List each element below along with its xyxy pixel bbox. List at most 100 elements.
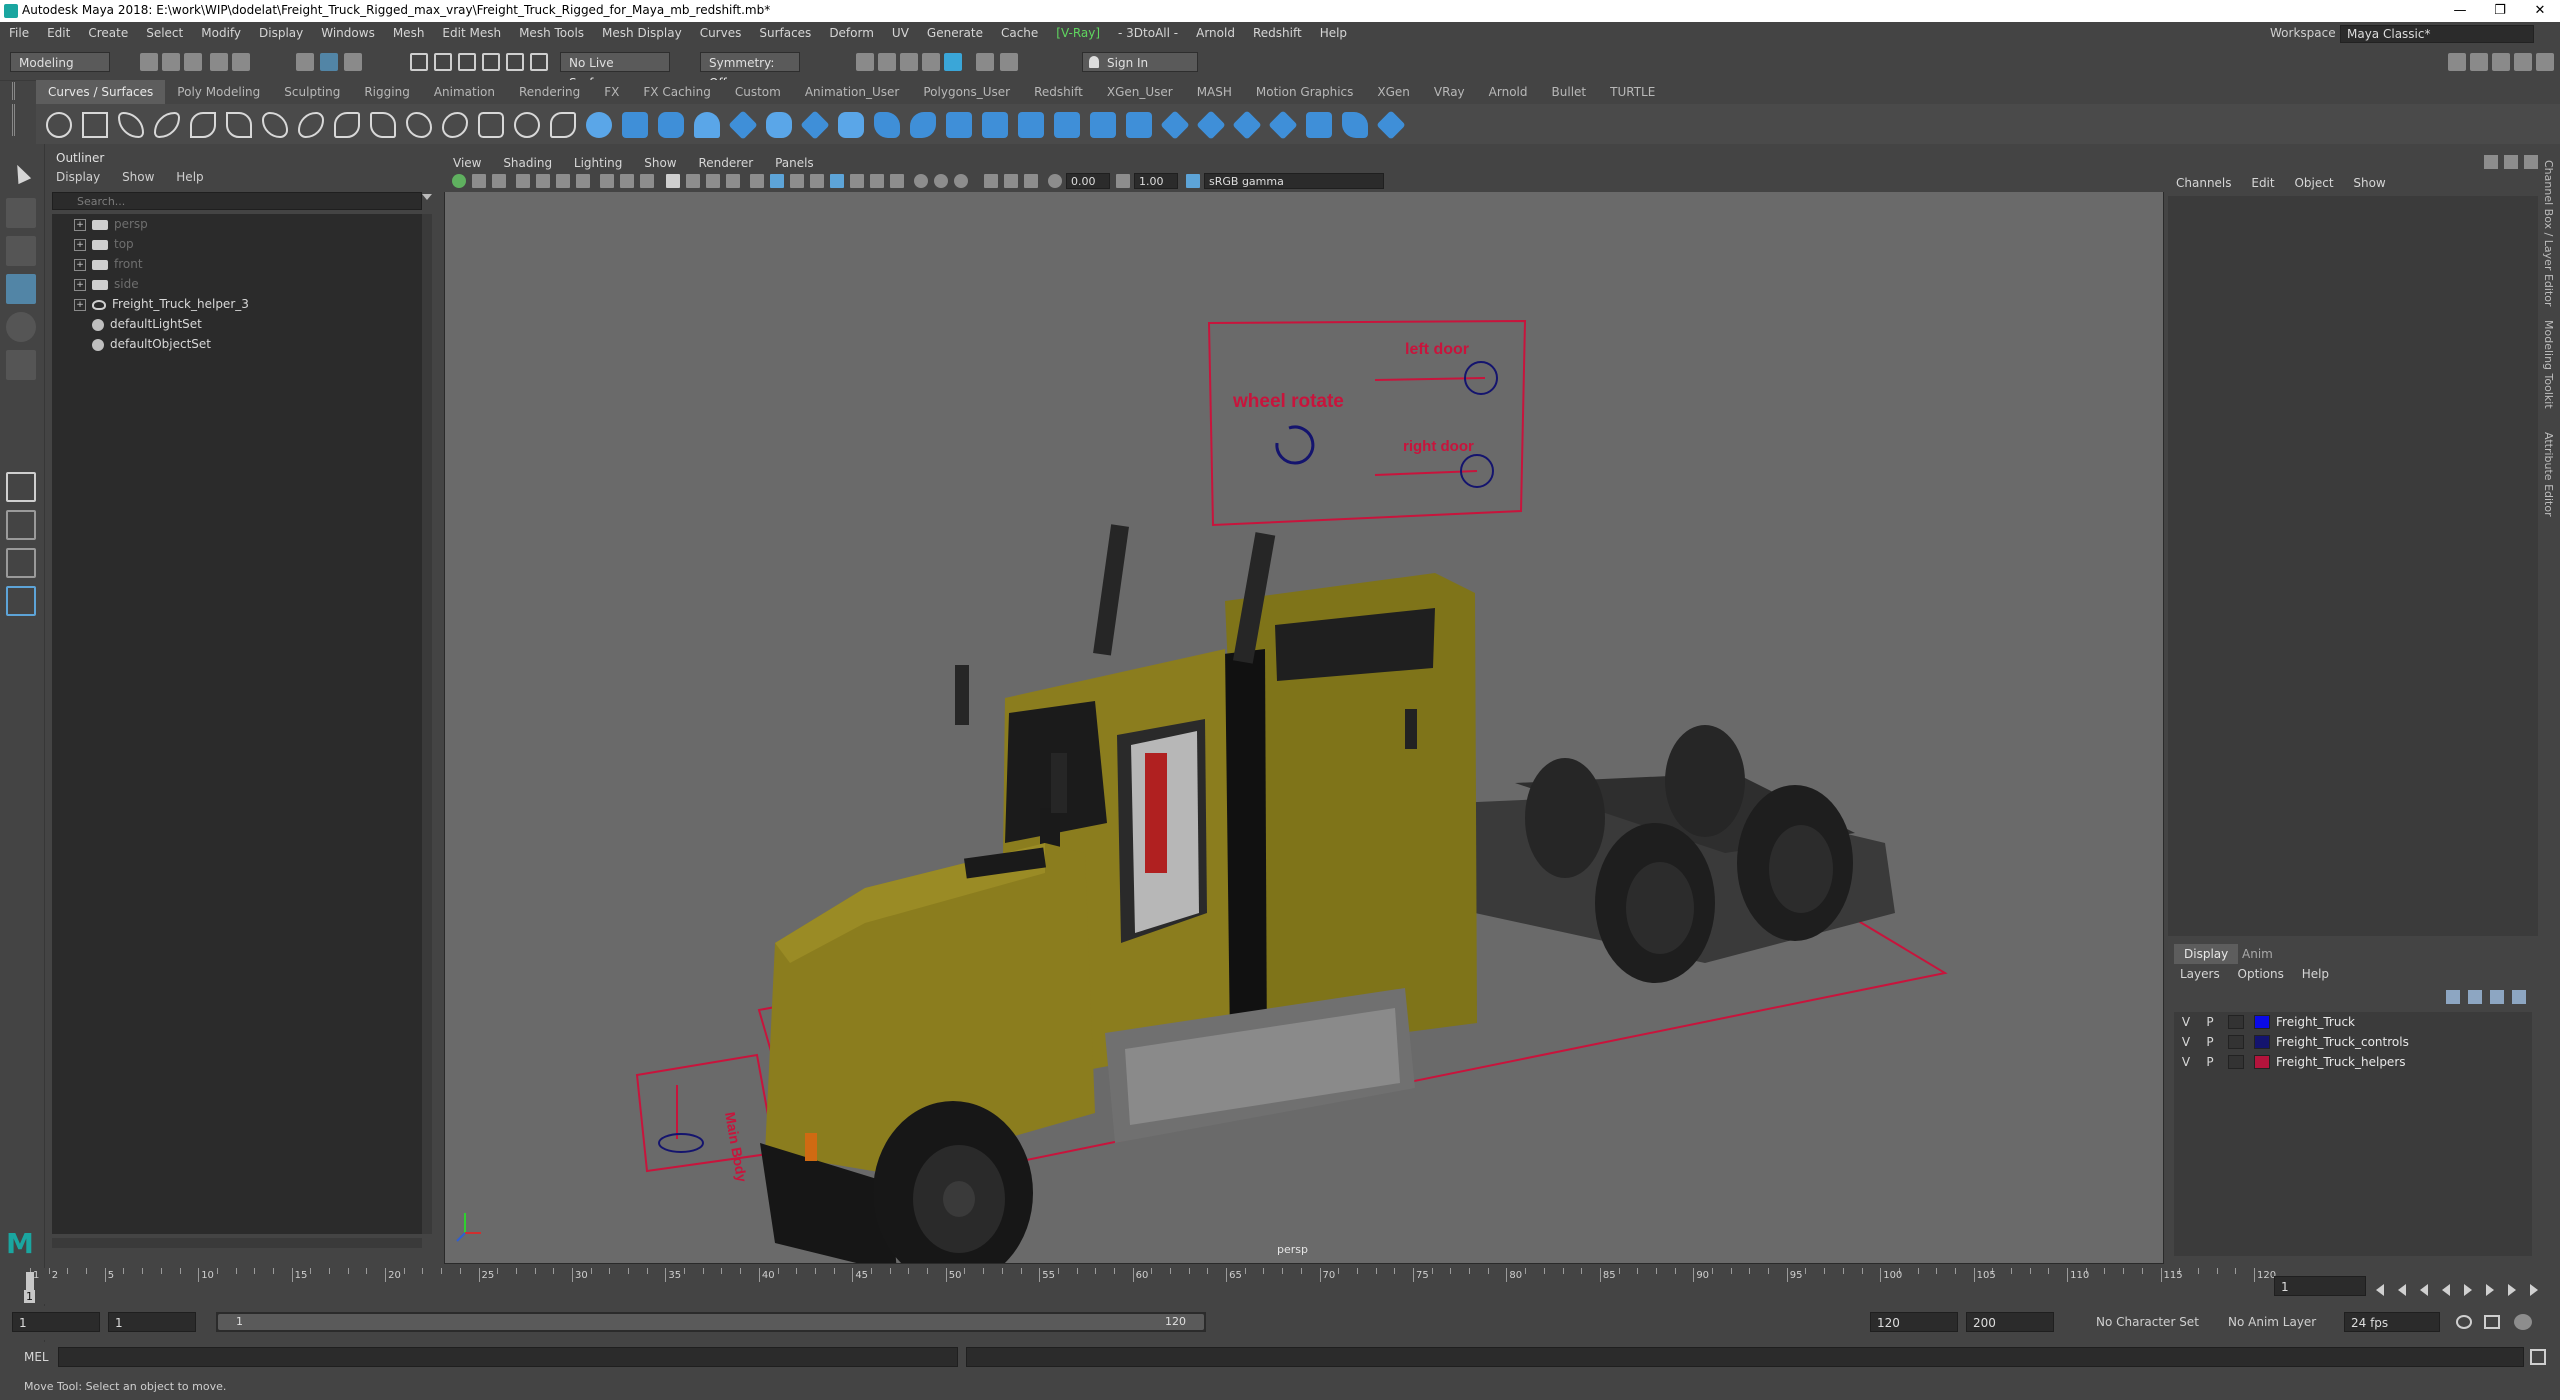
layer-visibility-toggle[interactable]: V (2180, 1012, 2192, 1032)
shelf-tab-arnold[interactable]: Arnold (1477, 80, 1540, 104)
step-back-frame-icon[interactable] (2420, 1284, 2428, 1296)
viewport-panel[interactable]: Main Body left door wheel rotate right d… (444, 152, 2164, 1264)
expand-icon[interactable]: + (74, 278, 86, 291)
gamma-icon[interactable] (1116, 174, 1130, 188)
shelf-tab-poly-modeling[interactable]: Poly Modeling (165, 80, 272, 104)
expand-icon[interactable]: + (74, 238, 86, 251)
layer-row-freight-truck[interactable]: V P Freight_Truck (2180, 1012, 2538, 1032)
side-tab-attribute-editor[interactable]: Attribute Editor (2542, 432, 2555, 517)
outliner-item-persp[interactable]: + persp (52, 214, 148, 234)
layer-color-swatch[interactable] (2254, 1035, 2270, 1049)
go-to-end-icon[interactable] (2530, 1284, 2538, 1296)
new-layer-from-selected-icon[interactable] (2512, 990, 2526, 1004)
time-slider-ruler[interactable]: 1 2 5 10 15 20 25 30 35 40 45 50 55 60 65 70 75 80 85 90 95 1… (30, 1268, 2276, 1304)
bookmarks-icon[interactable] (492, 174, 506, 188)
symmetry-dropdown[interactable]: Symmetry: Off (700, 52, 800, 90)
outliner-horizontal-scrollbar[interactable] (52, 1238, 422, 1248)
open-close-surface-icon[interactable] (1342, 112, 1368, 138)
move-layer-down-icon[interactable] (2468, 990, 2482, 1004)
side-tab-modeling-toolkit[interactable]: Modeling Toolkit (2542, 320, 2555, 409)
insert-knot-icon[interactable] (370, 112, 396, 138)
project-curve-icon[interactable] (1090, 112, 1116, 138)
four-view-icon[interactable] (6, 510, 36, 540)
arc-tool-icon[interactable] (226, 112, 252, 138)
layer-tab-anim[interactable]: Anim (2232, 944, 2283, 964)
render-settings-icon[interactable] (922, 53, 940, 71)
step-forward-frame-icon[interactable] (2486, 1284, 2494, 1296)
outliner-menu-display[interactable]: Display (56, 170, 100, 184)
shelf-tab-motion-graphics[interactable]: Motion Graphics (1244, 80, 1366, 104)
sign-in-button[interactable]: Sign In (1082, 52, 1198, 72)
attach-curves-icon[interactable] (298, 112, 324, 138)
layer-color-swatch[interactable] (2254, 1055, 2270, 1069)
nurbs-plane-icon[interactable] (728, 110, 758, 140)
command-input[interactable] (58, 1347, 958, 1367)
vray-render-icon[interactable] (976, 53, 994, 71)
select-component-icon[interactable] (344, 53, 362, 71)
shelf-tab-custom[interactable]: Custom (723, 80, 793, 104)
undo-icon[interactable] (210, 53, 228, 71)
menu-surfaces[interactable]: Surfaces (750, 22, 820, 44)
range-slider-handle[interactable]: 1 120 (218, 1314, 1204, 1330)
extend-curve-icon[interactable] (406, 112, 432, 138)
layer-playback-toggle[interactable]: P (2204, 1032, 2216, 1052)
pencil-curve-icon[interactable] (190, 112, 216, 138)
anim-layer-dropdown[interactable]: No Anim Layer (2228, 1312, 2316, 1332)
shelf-tab-bullet[interactable]: Bullet (1540, 80, 1599, 104)
outliner-menu-help[interactable]: Help (176, 170, 203, 184)
close-button[interactable]: ✕ (2520, 0, 2560, 22)
play-forwards-icon[interactable] (2464, 1284, 2472, 1296)
trim-tool-icon[interactable] (1160, 110, 1190, 140)
expand-icon[interactable]: + (74, 258, 86, 271)
shelf-tab-animation[interactable]: Animation (422, 80, 507, 104)
layer-menu-help[interactable]: Help (2302, 967, 2329, 981)
exposure-icon[interactable] (1048, 174, 1062, 188)
time-slider[interactable]: 1 2 5 10 15 20 25 30 35 40 45 50 55 60 65 70 75 80 85 90 95 1… (0, 1268, 2560, 1304)
menu-vray[interactable]: [V-Ray] (1047, 22, 1109, 44)
gate-mask-icon[interactable] (666, 174, 680, 188)
offset-curve-icon[interactable] (442, 112, 468, 138)
grid-toggle-icon[interactable] (600, 174, 614, 188)
gamma-field[interactable]: 1.00 (1134, 173, 1178, 189)
layer-visibility-toggle[interactable]: V (2180, 1032, 2192, 1052)
rebuild-curve-icon[interactable] (478, 112, 504, 138)
outliner-item-top[interactable]: + top (52, 234, 134, 254)
nurbs-circle-icon[interactable] (46, 112, 72, 138)
multisample-aa-icon[interactable] (914, 174, 928, 188)
menu-edit[interactable]: Edit (38, 22, 79, 44)
menu-file[interactable]: File (0, 22, 38, 44)
outliner-item-default-light-set[interactable]: defaultLightSet (52, 314, 202, 334)
fps-dropdown[interactable]: 24 fps (2344, 1312, 2440, 1332)
viewport-menu-view[interactable]: View (444, 156, 490, 170)
render-frame-icon[interactable] (878, 53, 896, 71)
lasso-tool-icon[interactable] (6, 198, 36, 228)
shelf-tab-sculpting[interactable]: Sculpting (272, 80, 352, 104)
select-hierarchy-icon[interactable] (296, 53, 314, 71)
menu-windows[interactable]: Windows (312, 22, 384, 44)
rotate-tool-icon[interactable] (6, 312, 36, 342)
open-scene-icon[interactable] (162, 53, 180, 71)
go-to-start-icon[interactable] (2376, 1284, 2384, 1296)
persp-outliner-icon[interactable] (6, 548, 36, 578)
persp-graph-icon[interactable] (6, 586, 36, 616)
smooth-shade-icon[interactable] (770, 174, 784, 188)
menu-set-dropdown[interactable]: Modeling (10, 52, 110, 72)
playback-start-field[interactable]: 1 (108, 1312, 196, 1332)
single-perspective-view-icon[interactable] (6, 472, 36, 502)
snap-pivot-icon[interactable] (530, 53, 548, 71)
select-camera-icon[interactable] (452, 174, 466, 188)
playback-end-field[interactable]: 120 (1870, 1312, 1958, 1332)
move-tool-icon[interactable] (6, 274, 36, 304)
menu-arnold[interactable]: Arnold (1187, 22, 1244, 44)
layer-playback-toggle[interactable]: P (2204, 1012, 2216, 1032)
toggle-channel-box-icon[interactable] (2514, 53, 2532, 71)
rebuild-surface-icon[interactable] (1376, 110, 1406, 140)
menu-mesh-tools[interactable]: Mesh Tools (510, 22, 593, 44)
textured-icon[interactable] (810, 174, 824, 188)
menu-mesh[interactable]: Mesh (384, 22, 434, 44)
redo-icon[interactable] (232, 53, 250, 71)
resolution-gate-icon[interactable] (640, 174, 654, 188)
menu-modify[interactable]: Modify (192, 22, 250, 44)
menu-mesh-display[interactable]: Mesh Display (593, 22, 691, 44)
viewport-menu-lighting[interactable]: Lighting (565, 156, 632, 170)
